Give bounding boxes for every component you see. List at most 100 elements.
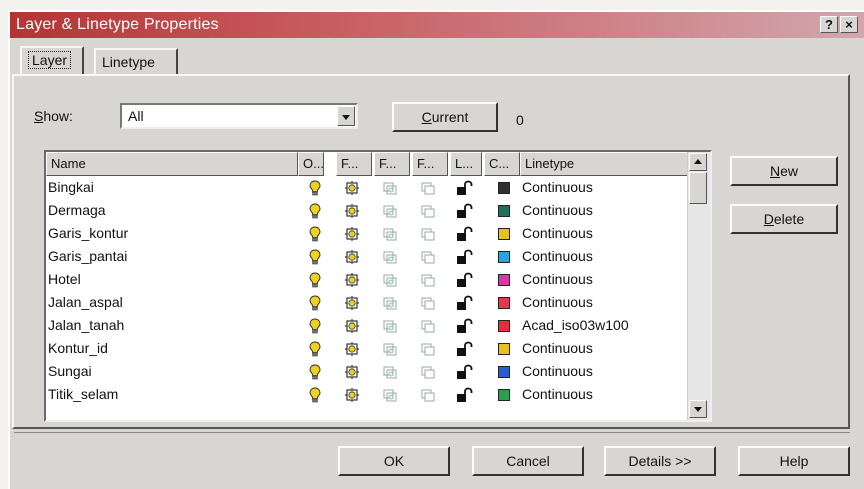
details-button[interactable]: Details >>: [604, 446, 716, 476]
sun-thawed-icon[interactable]: [344, 341, 360, 362]
cancel-button[interactable]: Cancel: [472, 446, 584, 476]
layer-color-swatch[interactable]: [498, 366, 510, 378]
layer-color-swatch[interactable]: [498, 343, 510, 355]
layer-name: Titik_selam: [48, 386, 119, 402]
layer-color-swatch[interactable]: [498, 205, 510, 217]
freeze-new-viewport-icon[interactable]: [420, 295, 436, 316]
lightbulb-on-icon[interactable]: [308, 203, 322, 224]
table-row[interactable]: Titik_selam Continuous: [46, 383, 686, 406]
close-title-button[interactable]: ×: [840, 16, 858, 33]
table-row[interactable]: Garis_kontur Continuous: [46, 222, 686, 245]
table-row[interactable]: Jalan_tanah Acad_iso03w100: [46, 314, 686, 337]
new-layer-button[interactable]: New: [730, 156, 838, 186]
freeze-viewport-icon[interactable]: [382, 203, 398, 224]
column-header-color[interactable]: C...: [484, 152, 520, 176]
padlock-unlocked-icon[interactable]: [456, 180, 474, 201]
freeze-viewport-icon[interactable]: [382, 387, 398, 408]
show-filter-select[interactable]: All: [120, 103, 358, 129]
help-title-button[interactable]: ?: [820, 16, 838, 33]
padlock-unlocked-icon[interactable]: [456, 364, 474, 385]
sun-thawed-icon[interactable]: [344, 295, 360, 316]
table-row[interactable]: Jalan_aspal Continuous: [46, 291, 686, 314]
table-row[interactable]: Dermaga Continuous: [46, 199, 686, 222]
delete-layer-button[interactable]: Delete: [730, 204, 838, 234]
layer-color-swatch[interactable]: [498, 182, 510, 194]
current-button[interactable]: Current: [392, 102, 498, 132]
layer-name: Dermaga: [48, 202, 106, 218]
lightbulb-on-icon[interactable]: [308, 318, 322, 339]
padlock-unlocked-icon[interactable]: [456, 318, 474, 339]
freeze-viewport-icon[interactable]: [382, 226, 398, 247]
freeze-viewport-icon[interactable]: [382, 295, 398, 316]
tab-linetype[interactable]: Linetype: [94, 48, 178, 74]
help-button[interactable]: Help: [738, 446, 850, 476]
padlock-unlocked-icon[interactable]: [456, 387, 474, 408]
freeze-new-viewport-icon[interactable]: [420, 226, 436, 247]
table-row[interactable]: Bingkai Continuous: [46, 176, 686, 199]
freeze-viewport-icon[interactable]: [382, 272, 398, 293]
lightbulb-on-icon[interactable]: [308, 272, 322, 293]
sun-thawed-icon[interactable]: [344, 364, 360, 385]
lightbulb-on-icon[interactable]: [308, 387, 322, 408]
table-row[interactable]: Garis_pantai Continuous: [46, 245, 686, 268]
table-row[interactable]: Sungai Continuous: [46, 360, 686, 383]
lightbulb-on-icon[interactable]: [308, 249, 322, 270]
lightbulb-on-icon[interactable]: [308, 341, 322, 362]
column-header-freeze-new[interactable]: F...: [412, 152, 448, 176]
sun-thawed-icon[interactable]: [344, 318, 360, 339]
padlock-unlocked-icon[interactable]: [456, 295, 474, 316]
scroll-down-arrow-icon[interactable]: [689, 400, 707, 418]
column-header-lock[interactable]: L...: [450, 152, 482, 176]
column-header-name[interactable]: Name: [46, 152, 298, 176]
freeze-viewport-icon[interactable]: [382, 180, 398, 201]
column-header-freeze[interactable]: F...: [336, 152, 372, 176]
sun-thawed-icon[interactable]: [344, 203, 360, 224]
freeze-viewport-icon[interactable]: [382, 249, 398, 270]
divider: [14, 432, 850, 433]
lightbulb-on-icon[interactable]: [308, 226, 322, 247]
chevron-down-icon[interactable]: [337, 106, 355, 126]
show-filter-value: All: [128, 108, 144, 124]
vertical-scrollbar[interactable]: [687, 152, 710, 420]
freeze-new-viewport-icon[interactable]: [420, 387, 436, 408]
freeze-new-viewport-icon[interactable]: [420, 180, 436, 201]
column-header-on[interactable]: O...: [298, 152, 324, 176]
freeze-new-viewport-icon[interactable]: [420, 272, 436, 293]
layer-color-swatch[interactable]: [498, 274, 510, 286]
freeze-new-viewport-icon[interactable]: [420, 364, 436, 385]
padlock-unlocked-icon[interactable]: [456, 226, 474, 247]
sun-thawed-icon[interactable]: [344, 387, 360, 408]
tab-layer[interactable]: Layer: [20, 46, 84, 74]
freeze-new-viewport-icon[interactable]: [420, 341, 436, 362]
table-row[interactable]: Kontur_id Continuous: [46, 337, 686, 360]
padlock-unlocked-icon[interactable]: [456, 272, 474, 293]
layer-color-swatch[interactable]: [498, 297, 510, 309]
freeze-new-viewport-icon[interactable]: [420, 249, 436, 270]
freeze-viewport-icon[interactable]: [382, 341, 398, 362]
sun-thawed-icon[interactable]: [344, 272, 360, 293]
scroll-thumb[interactable]: [689, 172, 707, 204]
sun-thawed-icon[interactable]: [344, 180, 360, 201]
ok-button[interactable]: OK: [338, 446, 450, 476]
padlock-unlocked-icon[interactable]: [456, 249, 474, 270]
freeze-viewport-icon[interactable]: [382, 318, 398, 339]
padlock-unlocked-icon[interactable]: [456, 203, 474, 224]
freeze-viewport-icon[interactable]: [382, 364, 398, 385]
padlock-unlocked-icon[interactable]: [456, 341, 474, 362]
lightbulb-on-icon[interactable]: [308, 180, 322, 201]
sun-thawed-icon[interactable]: [344, 226, 360, 247]
column-header-freeze-vp[interactable]: F...: [374, 152, 410, 176]
layer-color-swatch[interactable]: [498, 251, 510, 263]
layer-list[interactable]: Name O... F... F... F... L... C... Linet…: [44, 150, 712, 422]
layer-color-swatch[interactable]: [498, 320, 510, 332]
freeze-new-viewport-icon[interactable]: [420, 318, 436, 339]
column-header-linetype[interactable]: Linetype: [520, 152, 688, 176]
layer-color-swatch[interactable]: [498, 228, 510, 240]
freeze-new-viewport-icon[interactable]: [420, 203, 436, 224]
lightbulb-on-icon[interactable]: [308, 295, 322, 316]
layer-color-swatch[interactable]: [498, 389, 510, 401]
scroll-up-arrow-icon[interactable]: [689, 153, 707, 171]
sun-thawed-icon[interactable]: [344, 249, 360, 270]
lightbulb-on-icon[interactable]: [308, 364, 322, 385]
table-row[interactable]: Hotel Continuous: [46, 268, 686, 291]
